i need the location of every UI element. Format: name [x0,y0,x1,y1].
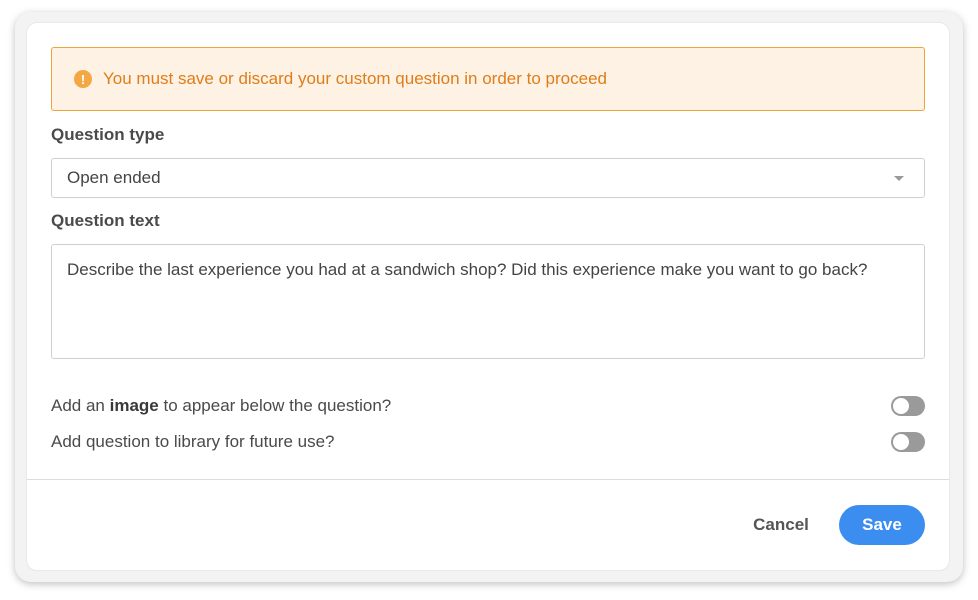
toggle-knob [893,398,909,414]
image-option-row: Add an image to appear below the questio… [51,394,925,418]
warning-alert: ! You must save or discard your custom q… [51,47,925,111]
footer-divider [27,479,949,480]
image-option-suffix: to appear below the question? [158,396,392,415]
alert-message: You must save or discard your custom que… [103,69,607,88]
image-toggle[interactable] [891,396,925,416]
question-type-value: Open ended [67,168,161,187]
cancel-button[interactable]: Cancel [739,513,823,537]
question-text-value: Describe the last experience you had at … [67,260,868,279]
save-button[interactable]: Save [839,505,925,545]
custom-question-modal: ! You must save or discard your custom q… [27,23,949,570]
library-option-row: Add question to library for future use? [51,430,925,454]
question-type-label: Question type [51,125,165,144]
library-option-label: Add question to library for future use? [51,432,335,451]
image-option-label: Add an image to appear below the questio… [51,396,391,416]
toggle-knob [893,434,909,450]
question-type-select[interactable]: Open ended [51,158,925,198]
image-option-bold: image [109,396,159,415]
image-option-prefix: Add an [51,396,110,415]
question-text-input[interactable]: Describe the last experience you had at … [51,244,925,359]
library-toggle[interactable] [891,432,925,452]
caret-down-icon [894,176,904,181]
exclamation-icon: ! [74,70,92,88]
question-text-label: Question text [51,211,160,230]
